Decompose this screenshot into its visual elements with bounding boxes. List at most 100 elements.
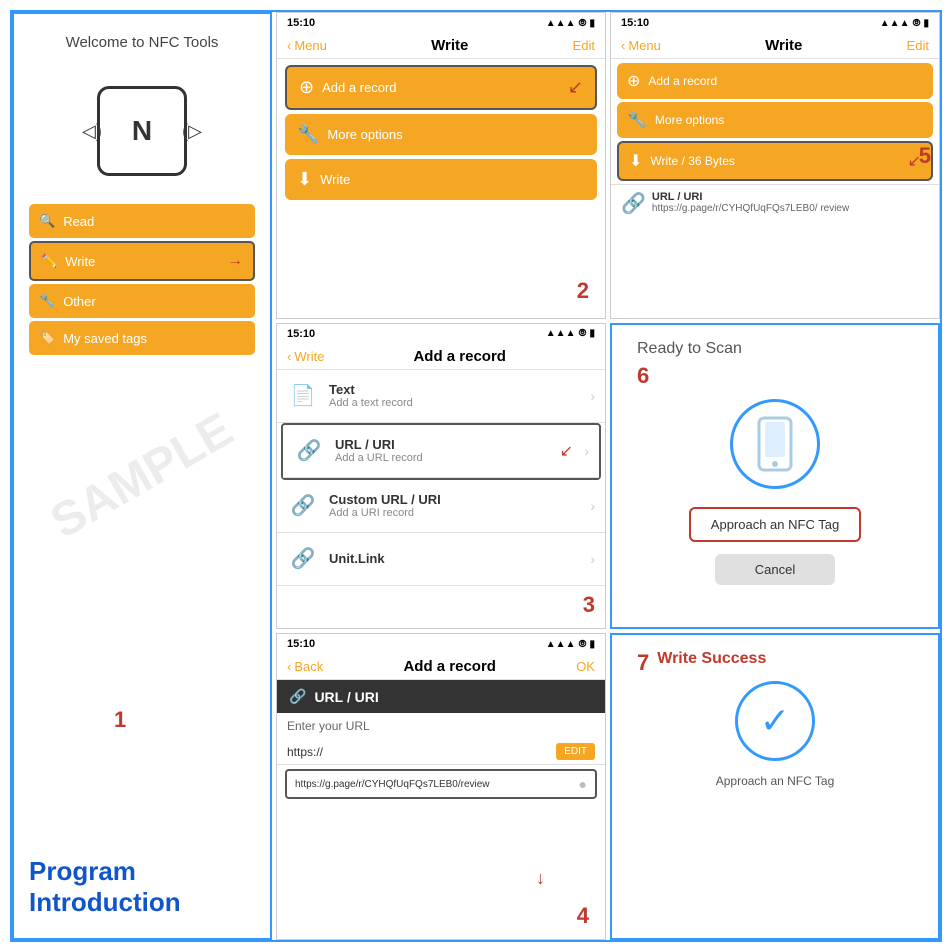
other-icon: 🔧 — [39, 293, 55, 309]
ready-title: Ready to Scan — [627, 340, 742, 358]
url-uri-row-5: 🔗 URL / URI https://g.page/r/CYHQfUqFQs7… — [611, 184, 939, 222]
url-value-field[interactable]: https://g.page/r/CYHQfUqFQs7LEB0/review … — [285, 769, 597, 799]
arrow-4: ↓ — [536, 868, 545, 889]
panel-write: 15:10 ▲▲▲ ⦾ ▮ ‹ Menu Write Edit ⊕ Add a … — [276, 12, 606, 319]
nav-ok-4[interactable]: OK — [576, 659, 595, 674]
saved-icon: 🏷️ — [39, 330, 55, 346]
nfc-wave-right: (▷ — [182, 121, 202, 142]
add-icon-5: ⊕ — [627, 71, 640, 91]
options-icon-2: 🔧 — [297, 124, 319, 145]
status-icons-3: ▲▲▲ ⦾ ▮ — [546, 328, 595, 339]
nav-title-3: Add a record — [413, 348, 506, 365]
panel-ready-scan: Ready to Scan 6 Approach an NFC Tag Canc… — [610, 323, 940, 630]
add-icon-2: ⊕ — [299, 77, 314, 98]
watermark: SAMPLE — [42, 402, 243, 550]
nav-bar-5: ‹ Menu Write Edit — [611, 33, 939, 59]
clear-icon: ● — [579, 776, 587, 792]
step-4: 4 — [577, 903, 589, 929]
panel-write-success: 7 Write Success ✓ Approach an NFC Tag — [610, 633, 940, 940]
url-value-text: https://g.page/r/CYHQfUqFQs7LEB0/review — [295, 779, 490, 790]
nfc-wave-left: ◁) — [82, 121, 102, 142]
options-icon-5: 🔧 — [627, 110, 647, 130]
add-record-btn-5[interactable]: ⊕ Add a record — [617, 63, 933, 99]
panel-write-bytes: 15:10 ▲▲▲ ⦾ ▮ ‹ Menu Write Edit ⊕ Add a … — [610, 12, 940, 319]
read-button[interactable]: 🔍 Read — [29, 204, 255, 238]
write-arrow: → — [227, 252, 243, 270]
text-chevron: › — [590, 388, 595, 404]
arrow-add-2: ↙ — [568, 77, 583, 98]
url-prefix-row: https:// EDIT — [277, 739, 605, 765]
nav-edit-5[interactable]: Edit — [907, 38, 929, 53]
read-icon: 🔍 — [39, 213, 55, 229]
unitlink-record-text: Unit.Link — [329, 551, 385, 566]
write-btn-2[interactable]: ⬇ Write — [285, 159, 597, 200]
write-icon: ✏️ — [41, 253, 57, 269]
nfc-icon: ◁) N (▷ — [97, 86, 187, 176]
unitlink-icon: 🔗 — [287, 543, 319, 575]
saved-tags-button[interactable]: 🏷️ My saved tags — [29, 321, 255, 355]
record-text-item[interactable]: 📄 Text Add a text record › — [277, 370, 605, 423]
step-2: 2 — [577, 278, 589, 304]
write-success-content: 7 Write Success ✓ Approach an NFC Tag — [612, 635, 938, 803]
check-circle-7: ✓ — [735, 681, 815, 761]
check-mark-7: ✓ — [760, 700, 790, 742]
url-uri-header: 🔗 URL / URI — [277, 680, 605, 713]
step-3: 3 — [583, 592, 595, 618]
url-uri-item-outline: 🔗 URL / URI Add a URL record ↙ › — [281, 423, 601, 480]
url-prefix: https:// — [287, 745, 323, 759]
text-record-text: Text Add a text record — [329, 382, 413, 409]
welcome-title: Welcome to NFC Tools — [66, 34, 219, 51]
phone-circle-6 — [730, 399, 820, 489]
status-icons-2: ▲▲▲ ⦾ ▮ — [546, 18, 595, 29]
step-6: 6 — [627, 363, 649, 389]
custom-url-icon: 🔗 — [287, 490, 319, 522]
more-options-btn-5[interactable]: 🔧 More options — [617, 102, 933, 138]
status-icons-5: ▲▲▲ ⦾ ▮ — [880, 18, 929, 29]
write-bytes-btn-5[interactable]: ⬇ Write / 36 Bytes ↙ — [617, 141, 933, 181]
approach-nfc-btn-6[interactable]: Approach an NFC Tag — [689, 507, 861, 542]
add-record-btn-2[interactable]: ⊕ Add a record ↙ — [285, 65, 597, 110]
step-5: 5 — [919, 143, 931, 169]
record-url-item[interactable]: 🔗 URL / URI Add a URL record ↙ › — [283, 425, 599, 478]
nav-title-2: Write — [431, 37, 468, 54]
url-record-text: URL / URI Add a URL record — [335, 437, 423, 464]
other-button[interactable]: 🔧 Other — [29, 284, 255, 318]
phone-svg-6 — [757, 416, 793, 472]
custom-url-chevron: › — [590, 498, 595, 514]
url-icon: 🔗 — [293, 435, 325, 467]
nfc-letter: N — [132, 115, 152, 147]
nav-edit-2[interactable]: Edit — [573, 38, 595, 53]
main-menu: 🔍 Read ✏️ Write → 🔧 Other 🏷️ My saved ta… — [29, 201, 255, 358]
nav-bar-2: ‹ Menu Write Edit — [277, 33, 605, 59]
status-bar-2: 15:10 ▲▲▲ ⦾ ▮ — [277, 13, 605, 33]
url-arrow: ↙ — [560, 441, 573, 461]
step-7: 7 — [627, 650, 649, 676]
url-uri-icon-5: 🔗 — [621, 191, 646, 216]
program-intro: Program Introduction — [29, 856, 181, 918]
nav-back-5[interactable]: ‹ Menu — [621, 38, 661, 53]
text-icon: 📄 — [287, 380, 319, 412]
nav-back-4[interactable]: ‹ Back — [287, 659, 323, 674]
nav-back-2[interactable]: ‹ Menu — [287, 38, 327, 53]
success-title-7: Write Success — [657, 650, 766, 668]
approach-text-7: Approach an NFC Tag — [716, 774, 835, 788]
panel-url-entry: 15:10 ▲▲▲ ⦾ ▮ ‹ Back Add a record OK 🔗 U… — [276, 633, 606, 940]
more-options-btn-2[interactable]: 🔧 More options — [285, 114, 597, 155]
panel-welcome: Welcome to NFC Tools ◁) N (▷ 1 🔍 Read ✏️… — [12, 12, 272, 940]
nav-back-3[interactable]: ‹ Write — [287, 349, 324, 364]
status-bar-5: 15:10 ▲▲▲ ⦾ ▮ — [611, 13, 939, 33]
step-1: 1 — [114, 707, 126, 733]
edit-button[interactable]: EDIT — [556, 743, 595, 760]
cancel-btn-6[interactable]: Cancel — [715, 554, 835, 585]
record-custom-url-item[interactable]: 🔗 Custom URL / URI Add a URI record › — [277, 480, 605, 533]
nav-bar-3: ‹ Write Add a record — [277, 344, 605, 370]
url-uri-content-5: URL / URI https://g.page/r/CYHQfUqFQs7LE… — [652, 191, 849, 214]
write-icon-5: ⬇ — [629, 151, 642, 171]
record-unitlink-item[interactable]: 🔗 Unit.Link › — [277, 533, 605, 586]
nav-title-4: Add a record — [403, 658, 496, 675]
enter-url-label: Enter your URL — [277, 713, 605, 739]
write-icon-2: ⬇ — [297, 169, 312, 190]
write-button[interactable]: ✏️ Write → — [29, 241, 255, 281]
custom-url-record-text: Custom URL / URI Add a URI record — [329, 492, 441, 519]
status-bar-3: 15:10 ▲▲▲ ⦾ ▮ — [277, 324, 605, 344]
